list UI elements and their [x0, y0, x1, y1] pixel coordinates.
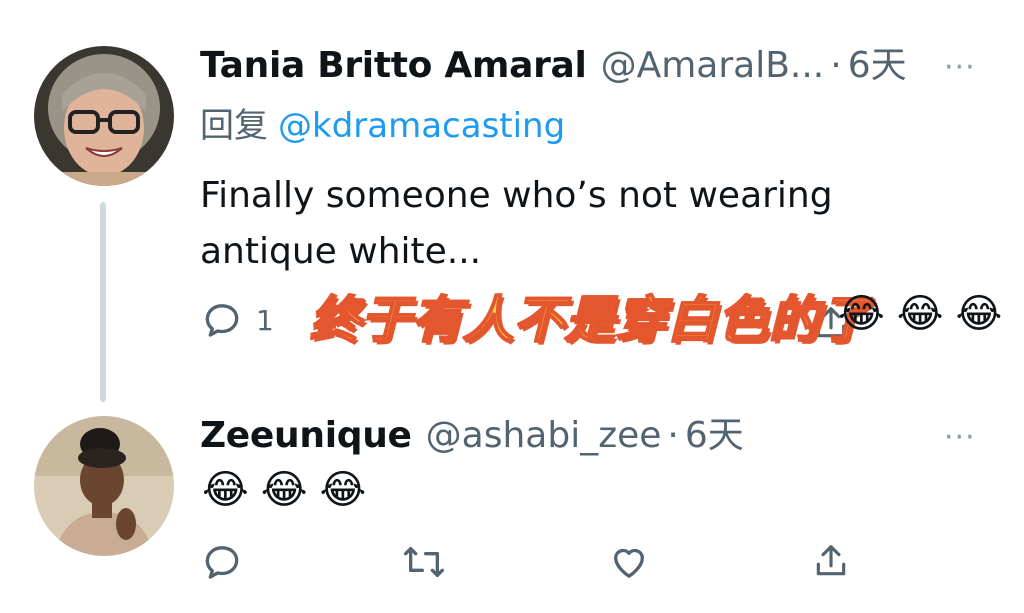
laughing-emoji: 😂 — [838, 291, 885, 337]
tweet-1-reply-count: 1 — [256, 303, 274, 337]
tweet-2-text: 😂 😂 😂 — [202, 466, 366, 514]
tweet-2-share-button[interactable] — [812, 542, 850, 580]
tweet-2-timestamp[interactable]: 6天 — [685, 416, 744, 456]
reply-icon — [205, 304, 239, 337]
tweet-2-display-name[interactable]: Zeeunique — [200, 416, 412, 456]
reply-icon — [205, 546, 239, 579]
tweet-1-reply-context: 回复 @kdramacasting — [200, 106, 565, 146]
laughing-emoji: 😂 — [955, 291, 1003, 337]
tweet-2-retweet-button[interactable] — [402, 542, 446, 582]
tweet-1-display-name[interactable]: Tania Britto Amaral — [200, 46, 587, 86]
tweet-1-text: Finally someone who’s not wearing antiqu… — [200, 175, 833, 272]
laughing-emoji: 😂 — [202, 467, 249, 513]
avatar-tania-image — [34, 46, 174, 186]
overlay-emoji-row: 😂 😂 😂 — [838, 290, 1002, 338]
laughing-emoji: 😂 — [896, 291, 944, 337]
tweet-2-more-icon[interactable]: ··· — [944, 423, 976, 453]
tweet-2-separator: · — [667, 415, 679, 456]
tweet-2-like-button[interactable] — [608, 542, 650, 582]
laughing-emoji: 😂 — [319, 467, 367, 513]
retweet-icon — [403, 547, 444, 577]
tweet-1-separator: · — [830, 45, 842, 86]
heart-icon — [614, 548, 644, 578]
tweet-2-handle[interactable]: @ashabi_zee — [426, 416, 662, 456]
tweet-2-header: Zeeunique @ashabi_zee · 6天 — [200, 416, 744, 456]
reply-prefix: 回复 — [200, 106, 268, 146]
avatar-tania[interactable] — [34, 46, 174, 186]
overlay-caption: 终于有人不是穿白色的了 — [309, 290, 871, 350]
tweet-1-reply-button[interactable]: 1 — [202, 300, 274, 340]
avatar-zeeunique[interactable] — [34, 416, 174, 556]
laughing-emoji: 😂 — [260, 467, 308, 513]
tweet-2-reply-button[interactable] — [202, 542, 242, 582]
share-icon — [816, 545, 846, 576]
tweet-1-header: Tania Britto Amaral @AmaralB... · 6天 — [200, 46, 907, 86]
reply-mention-link[interactable]: @kdramacasting — [278, 106, 565, 146]
thread-connector-line — [100, 202, 106, 402]
avatar-zeeunique-image — [34, 416, 174, 556]
tweet-1-timestamp[interactable]: 6天 — [848, 46, 907, 86]
tweet-1-more-icon[interactable]: ··· — [944, 53, 976, 83]
tweet-1-handle[interactable]: @AmaralB... — [601, 46, 825, 86]
